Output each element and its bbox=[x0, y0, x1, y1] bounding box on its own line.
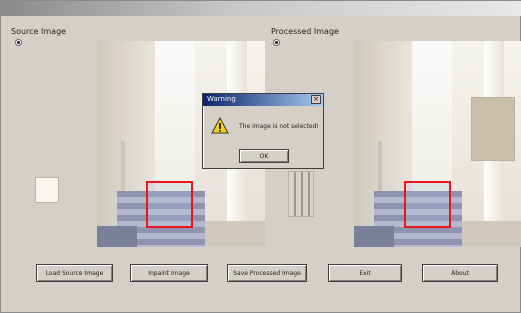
doorway bbox=[155, 41, 195, 196]
exit-button[interactable]: Exit bbox=[328, 264, 402, 282]
title-bar[interactable] bbox=[1, 1, 521, 16]
load-source-image-button[interactable]: Load Source Image bbox=[36, 264, 113, 282]
source-radio[interactable] bbox=[15, 39, 25, 46]
stairs-shadow bbox=[97, 226, 137, 247]
floor bbox=[205, 221, 265, 247]
selection-rectangle-source[interactable] bbox=[146, 181, 193, 228]
radio-dot[interactable] bbox=[15, 39, 22, 46]
processed-radio[interactable] bbox=[273, 39, 283, 46]
floor bbox=[462, 221, 521, 247]
stairs-shadow bbox=[354, 226, 394, 247]
about-button[interactable]: About bbox=[422, 264, 498, 282]
dialog-title-bar[interactable]: Warning × bbox=[203, 94, 323, 106]
radio-dot[interactable] bbox=[273, 39, 280, 46]
doorway bbox=[412, 41, 452, 196]
save-processed-image-button[interactable]: Save Processed Image bbox=[227, 264, 307, 282]
warning-dialog: Warning × The image is not selected! OK bbox=[202, 93, 324, 169]
ok-button[interactable]: OK bbox=[239, 149, 289, 163]
notice-board bbox=[471, 97, 515, 161]
radiator bbox=[288, 171, 314, 217]
processed-image-label: Processed Image bbox=[271, 27, 339, 36]
dialog-title: Warning bbox=[207, 95, 236, 103]
wall-picture bbox=[35, 177, 59, 203]
inpaint-image-button[interactable]: Inpaint Image bbox=[130, 264, 208, 282]
warning-icon bbox=[211, 117, 229, 134]
app-window: Source Image Processed Image Load Source… bbox=[0, 0, 521, 313]
selection-rectangle-processed[interactable] bbox=[404, 181, 451, 228]
dialog-message: The image is not selected! bbox=[239, 123, 319, 130]
close-icon[interactable]: × bbox=[311, 95, 321, 104]
source-image-label: Source Image bbox=[11, 27, 67, 36]
